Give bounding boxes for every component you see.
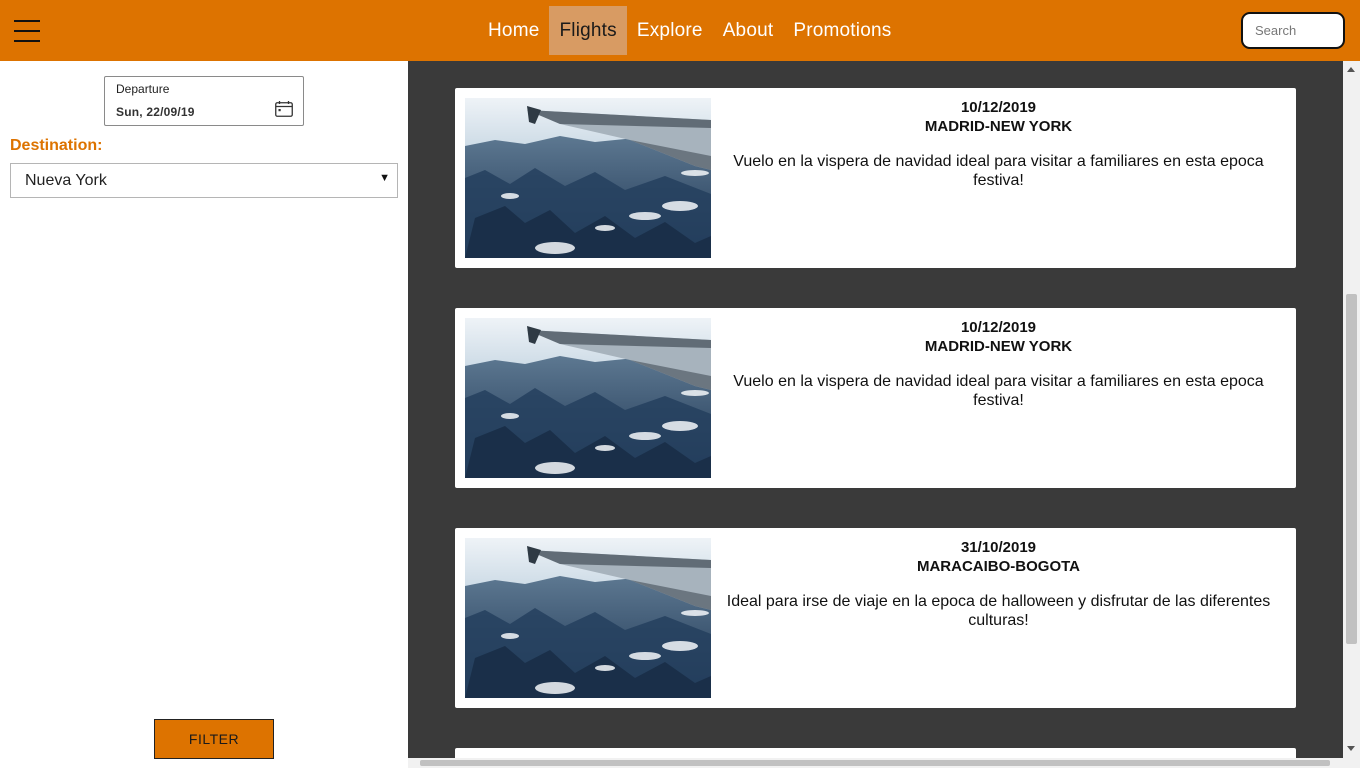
flight-date: 31/10/2019	[960, 539, 1037, 556]
filter-sidebar: Departure Sun, 22/09/19 Destination: Nue…	[0, 61, 408, 768]
flight-description: Vuelo en la vispera de navidad ideal par…	[733, 373, 1264, 409]
airplane-wing-photo	[465, 318, 711, 478]
scroll-down-arrow-icon[interactable]	[1347, 746, 1355, 751]
top-navbar: Home Flights Explore About Promotions	[0, 0, 1360, 61]
destination-select[interactable]: Nueva York ▼	[10, 163, 398, 198]
flight-card[interactable]: 31/10/2019 MARACAIBO-BOGOTA Ideal para i…	[455, 528, 1296, 708]
filter-button[interactable]: FILTER	[154, 719, 274, 759]
nav-about[interactable]: About	[713, 6, 784, 55]
dropdown-caret-icon: ▼	[379, 172, 390, 184]
flight-card[interactable]: 10/12/2019 MADRID-NEW YORK Vuelo en la v…	[455, 88, 1296, 268]
airplane-wing-photo	[465, 538, 711, 698]
hamburger-menu-icon[interactable]	[14, 18, 40, 44]
departure-value: Sun, 22/09/19	[116, 105, 195, 119]
scrollbar-thumb[interactable]	[1346, 294, 1357, 644]
destination-label: Destination:	[10, 137, 103, 154]
flight-description: Vuelo en la vispera de navidad ideal par…	[733, 153, 1264, 189]
flight-date: 10/12/2019	[960, 319, 1037, 336]
nav-home[interactable]: Home	[478, 6, 549, 55]
nav-promotions[interactable]: Promotions	[783, 6, 901, 55]
flight-route: MADRID-NEW YORK	[924, 338, 1073, 355]
flight-date: 10/12/2019	[960, 99, 1037, 116]
destination-value: Nueva York	[25, 172, 107, 189]
calendar-icon[interactable]	[275, 101, 293, 117]
flight-card[interactable]: 10/12/2019 MADRID-NEW YORK Vuelo en la v…	[455, 308, 1296, 488]
nav-links: Home Flights Explore About Promotions	[478, 0, 901, 61]
flights-list: 10/12/2019 MADRID-NEW YORK Vuelo en la v…	[408, 61, 1360, 768]
flight-card-text: 31/10/2019 MARACAIBO-BOGOTA Ideal para i…	[725, 538, 1272, 630]
flight-route: MADRID-NEW YORK	[924, 118, 1073, 135]
flight-card-text: 10/12/2019 MADRID-NEW YORK Vuelo en la v…	[725, 318, 1272, 410]
departure-date-field[interactable]: Departure Sun, 22/09/19	[104, 76, 304, 126]
flight-route: MARACAIBO-BOGOTA	[916, 558, 1081, 575]
flight-card-text: 10/12/2019 MADRID-NEW YORK Vuelo en la v…	[725, 98, 1272, 190]
vertical-scrollbar[interactable]	[1343, 61, 1360, 768]
airplane-wing-photo	[465, 98, 711, 258]
departure-label: Departure	[116, 82, 170, 96]
flight-description: Ideal para irse de viaje en la epoca de …	[726, 593, 1271, 629]
horizontal-scrollbar[interactable]	[408, 758, 1343, 768]
nav-explore[interactable]: Explore	[627, 6, 713, 55]
nav-flights[interactable]: Flights	[549, 6, 627, 55]
horizontal-scrollbar-thumb[interactable]	[420, 760, 1330, 766]
search-input[interactable]	[1241, 12, 1345, 49]
scroll-up-arrow-icon[interactable]	[1347, 67, 1355, 72]
